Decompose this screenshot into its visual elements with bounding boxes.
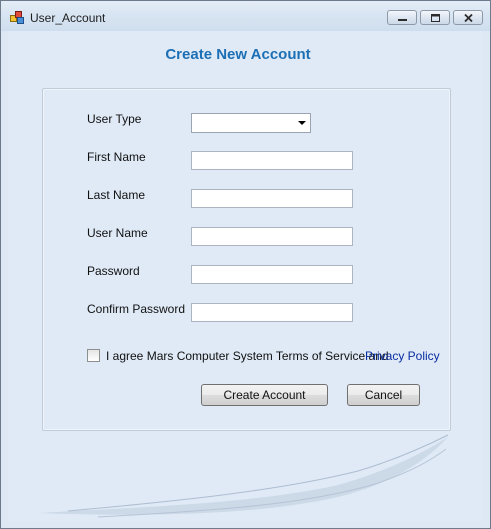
minimize-button[interactable] [387, 10, 417, 25]
form-panel: User Type First Name Last Name User Name… [42, 88, 451, 431]
create-account-button[interactable]: Create Account [201, 384, 328, 406]
confirm-password-label: Confirm Password [87, 302, 186, 316]
close-icon [464, 13, 473, 23]
page-title: Create New Account [165, 46, 311, 63]
terms-checkbox[interactable] [87, 349, 100, 362]
user-name-field[interactable] [191, 227, 353, 246]
cancel-button[interactable]: Cancel [347, 384, 420, 406]
user-name-label: User Name [87, 226, 148, 240]
terms-agreement-text: I agree Mars Computer System Terms of Se… [106, 349, 389, 363]
chevron-down-icon [298, 121, 306, 125]
maximize-icon [431, 14, 440, 22]
password-label: Password [87, 264, 140, 278]
close-button[interactable] [453, 10, 483, 25]
user-type-label: User Type [87, 112, 142, 126]
minimize-icon [398, 19, 407, 21]
first-name-label: First Name [87, 150, 146, 164]
title-bar[interactable]: User_Account [1, 1, 490, 31]
form-client-area: Create New Account User Type First Name … [8, 31, 483, 521]
privacy-policy-link[interactable]: Privacy Policy [365, 349, 440, 363]
confirm-password-field[interactable] [191, 303, 353, 322]
password-field[interactable] [191, 265, 353, 284]
decorative-swoosh [38, 434, 449, 518]
first-name-field[interactable] [191, 151, 353, 170]
maximize-button[interactable] [420, 10, 450, 25]
last-name-field[interactable] [191, 189, 353, 208]
last-name-label: Last Name [87, 188, 146, 202]
app-window: User_Account Create New Account User Typ… [0, 0, 491, 529]
window-title: User_Account [30, 11, 106, 25]
app-window-icon [10, 11, 24, 24]
user-type-dropdown[interactable] [191, 113, 311, 133]
